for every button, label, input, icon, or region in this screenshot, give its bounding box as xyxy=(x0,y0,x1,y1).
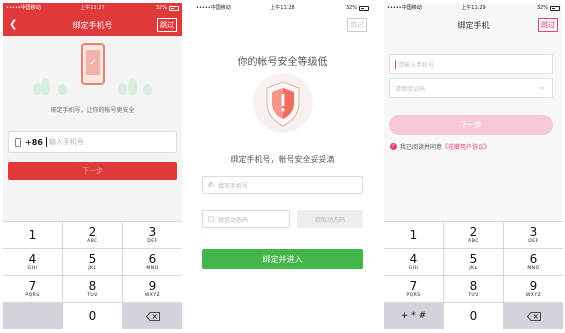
sms-icon: □ xyxy=(207,215,215,223)
key-3[interactable]: 3 DEF xyxy=(123,222,182,248)
key-9[interactable]: 9 WXYZ xyxy=(123,276,182,302)
next-button[interactable]: 下一步 xyxy=(8,162,177,180)
numeric-keypad: 1 2 ABC 3 DEF 4 GHI 5 JKL 6 MNO 7 PQRS 8 TUV 9W… xyxy=(3,221,182,329)
phone-number-field[interactable]: ✆ 填写手机号 xyxy=(202,176,363,194)
key-6[interactable]: 6 MNO xyxy=(123,249,182,275)
nav-bar: 绑定手机 跳过 xyxy=(384,14,563,36)
key-0[interactable]: 0 xyxy=(444,303,503,329)
key-2[interactable]: 2 ABC xyxy=(444,222,503,248)
phone-placeholder: 填写手机号 xyxy=(218,182,249,190)
backspace-key[interactable] xyxy=(504,303,563,329)
page-title: 绑定手机号 xyxy=(72,20,113,30)
key-5[interactable]: 5 JKL xyxy=(63,249,122,275)
key-7[interactable]: 7 PQRS xyxy=(384,276,443,302)
key-7[interactable]: 7 PQRS xyxy=(3,276,62,302)
status-bar: •••••中国移动 上午11:28 32% xyxy=(193,3,372,14)
symbol-key[interactable]: + * # xyxy=(384,303,443,329)
backspace-icon xyxy=(526,311,541,321)
key-4[interactable]: 4 GHI xyxy=(384,249,443,275)
verification-code-field[interactable]: 请填验证码 ⌄ xyxy=(389,78,553,98)
key-blank xyxy=(3,303,62,329)
text-caret xyxy=(395,59,396,69)
next-button[interactable]: 下一步 xyxy=(389,115,553,135)
code-placeholder: 请填验证码 xyxy=(395,85,426,93)
bind-and-enter-button[interactable]: 绑定并进入 xyxy=(202,249,363,269)
security-subtitle: 绑定手机号，帐号安全妥妥滴 xyxy=(230,155,335,164)
page-title: 绑定手机 xyxy=(457,20,490,30)
country-code[interactable]: +86 xyxy=(25,138,43,147)
shield-warning-icon xyxy=(266,81,300,127)
status-bar: •••••中国移动 上午11:29 32% xyxy=(384,3,563,14)
key-1[interactable]: 1 xyxy=(384,222,443,248)
phone-screen-1: •••••中国移动 上午11:27 32% ❮ 绑定手机号 跳过 ✓ 绑定手机号… xyxy=(3,3,182,329)
key-9[interactable]: 9 WXYZ xyxy=(504,276,563,302)
key-0[interactable]: 0 xyxy=(63,303,122,329)
key-3[interactable]: 3 DEF xyxy=(504,222,563,248)
chevron-down-icon[interactable]: ⌄ xyxy=(538,82,546,92)
key-1[interactable]: 1 xyxy=(3,222,62,248)
phone-icon: ✆ xyxy=(208,181,214,189)
skip-button[interactable]: 跳过 xyxy=(347,18,367,32)
back-icon[interactable]: ❮ xyxy=(9,19,17,31)
agreement-row: ✓ 我已阅读并同意 《花瓣用户协议》 xyxy=(390,142,490,151)
key-8[interactable]: 8 TUV xyxy=(444,276,503,302)
mobile-icon xyxy=(15,137,21,147)
phone-placeholder: 请输入手机号 xyxy=(398,61,435,69)
phone-screen-3: •••••中国移动 上午11:29 32% 绑定手机 跳过 请输入手机号 请填验… xyxy=(384,3,563,329)
key-4[interactable]: 4 GHI xyxy=(3,249,62,275)
code-placeholder: 短信动态码 xyxy=(218,216,249,224)
battery-icon xyxy=(169,6,179,11)
phone-check-icon: ✓ xyxy=(81,43,105,85)
agreement-link[interactable]: 《花瓣用户协议》 xyxy=(442,142,490,151)
status-time: 上午11:28 xyxy=(270,5,295,11)
status-time: 上午11:29 xyxy=(461,5,486,11)
nav-bar: ❮ 绑定手机号 跳过 xyxy=(3,14,182,36)
phone-number-field[interactable]: +86 输入手机号 xyxy=(8,131,177,153)
bind-tip: 绑定手机号，让你的帐号更安全 xyxy=(50,107,135,114)
agreement-text: 我已阅读并同意 xyxy=(400,144,443,151)
backspace-key[interactable] xyxy=(123,303,182,329)
key-6[interactable]: 6 MNO xyxy=(504,249,563,275)
status-bar: •••••中国移动 上午11:27 32% xyxy=(3,3,182,14)
phone-number-field[interactable]: 请输入手机号 xyxy=(389,54,553,74)
numeric-keypad: 1 2 ABC 3 DEF 4 GHI 5 JKL 6 MNO 7 PQRS 8 TUV 9W… xyxy=(384,221,563,329)
skip-button[interactable]: 跳过 xyxy=(538,18,558,32)
phone-screen-2: •••••中国移动 上午11:28 32% 跳过 你的帐号安全等级低 绑定手机号… xyxy=(193,3,372,329)
security-level-title: 你的帐号安全等级低 xyxy=(237,57,328,68)
phone-placeholder: 输入手机号 xyxy=(48,138,84,146)
battery-icon xyxy=(550,6,560,11)
skip-button[interactable]: 跳过 xyxy=(157,18,177,32)
key-8[interactable]: 8 TUV xyxy=(63,276,122,302)
nav-bar: 跳过 xyxy=(193,14,372,36)
backspace-icon xyxy=(145,311,160,321)
shield-warning-illustration xyxy=(253,73,313,133)
key-5[interactable]: 5 JKL xyxy=(444,249,503,275)
check-icon[interactable]: ✓ xyxy=(390,143,397,150)
battery-icon xyxy=(359,6,369,11)
get-code-button[interactable]: 获取动态码 xyxy=(297,210,363,228)
sms-code-field[interactable]: □ 短信动态码 xyxy=(202,210,290,228)
status-time: 上午11:27 xyxy=(80,5,105,11)
text-caret xyxy=(45,137,47,147)
key-2[interactable]: 2 ABC xyxy=(63,222,122,248)
